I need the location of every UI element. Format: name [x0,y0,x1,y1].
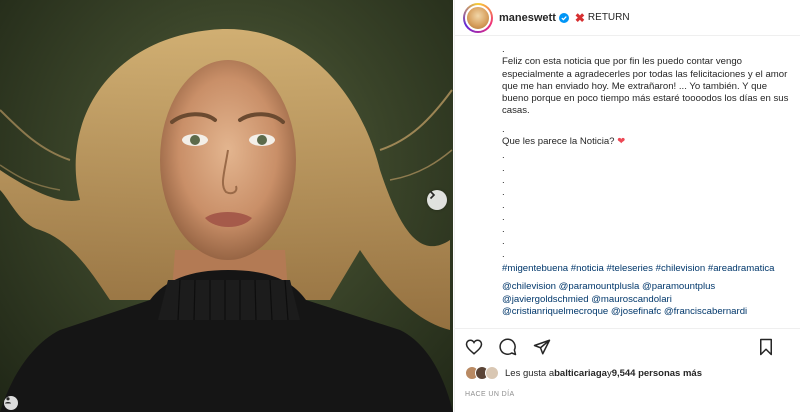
question-text: Que les parece la Noticia? [502,136,615,148]
mentions-link[interactable]: @javiergoldschmied @mauroscandolari [502,294,791,306]
caption-dot: . [502,174,505,186]
liker-avatars [465,366,499,380]
comment-button[interactable] [497,336,519,358]
caption-dot: . [502,162,505,174]
header-tag: RETURN [587,12,630,23]
bookmark-icon [760,338,772,356]
username-link[interactable]: maneswett [499,12,556,24]
next-image-button[interactable] [427,190,447,210]
caption-line: . [502,44,505,55]
cross-mark-icon: ✖ [574,10,585,25]
caption-dot: . [502,211,505,223]
chevron-right-icon [429,190,436,200]
post-details-panel: maneswett ✖ RETURN . Feliz con esta noti… [454,0,800,412]
verified-badge-icon [558,12,569,23]
caption-line: . [502,123,505,135]
caption-dot: . [502,224,505,236]
caption-question: Que les parece la Noticia? ❤ [502,136,791,148]
save-button[interactable] [755,336,777,358]
post-actions-bar [455,328,800,364]
tagged-users-indicator[interactable] [4,396,18,410]
user-icon [5,397,11,404]
likes-prefix: Les gusta a [505,367,555,379]
caption-dot: . [502,187,505,199]
avatar-image [465,4,491,31]
share-button[interactable] [531,336,553,358]
like-button[interactable] [463,336,485,358]
mentions-link[interactable]: @cristianriquelmecroque @josefinafc @fra… [502,306,791,318]
likes-summary: Les gusta a balticariaga y 9,544 persona… [465,366,702,380]
post-caption: . Feliz con esta noticia que por fin les… [455,36,800,328]
hashtags-link[interactable]: #migentebuena #noticia #teleseries #chil… [502,263,791,275]
post-photo[interactable] [0,0,453,412]
avatar[interactable] [485,366,499,380]
comment-icon [499,338,517,355]
send-icon [533,339,551,354]
caption-dot: . [502,236,505,248]
heart-emoji-icon: ❤ [617,136,626,148]
likes-count-link[interactable]: 9,544 personas más [612,368,702,379]
liker-username-link[interactable]: balticariaga [554,368,607,379]
avatar[interactable] [463,2,493,33]
heart-icon [465,338,483,355]
portrait-image [0,29,453,412]
post-timestamp[interactable]: HACE UN DÍA [465,391,515,398]
caption-dot: . [502,248,505,260]
mentions-link[interactable]: @chilevision @paramountplusla @paramount… [502,281,791,293]
caption-dot: . [502,199,505,211]
caption-dot: . [502,150,505,162]
caption-body: Feliz con esta noticia que por fin les p… [502,56,789,117]
post-header: maneswett ✖ RETURN [455,0,800,36]
